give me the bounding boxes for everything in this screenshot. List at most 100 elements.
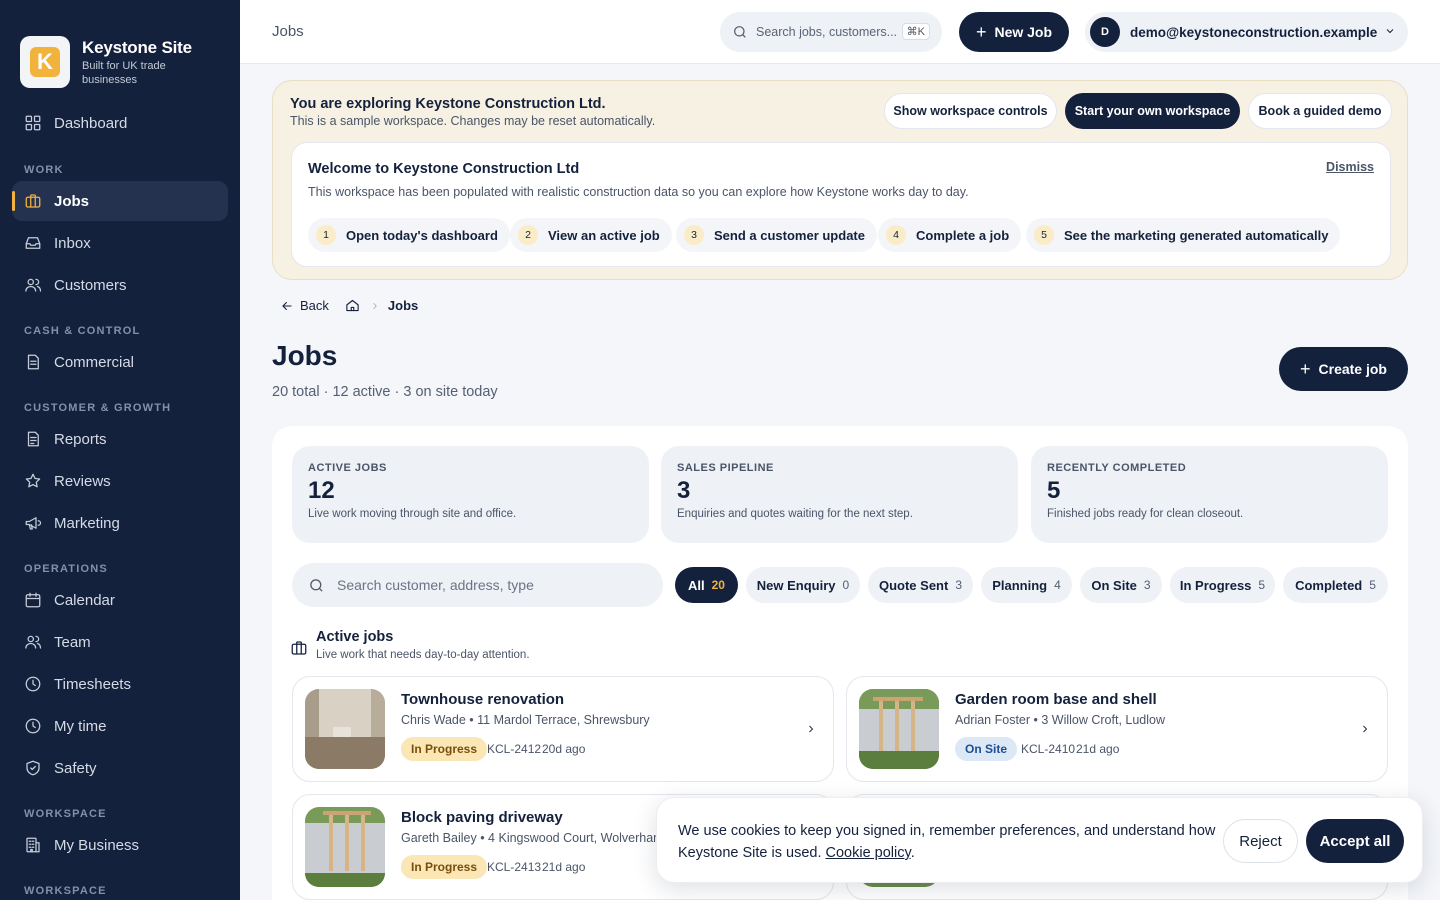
- shortcut-hint: ⌘K: [901, 23, 930, 40]
- cookie-policy-link[interactable]: Cookie policy: [826, 845, 911, 861]
- status-badge: On Site: [955, 737, 1018, 761]
- search-icon: [310, 578, 323, 592]
- users-icon: [25, 278, 42, 292]
- grid-icon: [25, 115, 41, 131]
- chevron-right-icon: [1363, 725, 1368, 733]
- start-workspace-button[interactable]: Start your own workspace: [1065, 93, 1240, 129]
- nav-section-work: WORK: [24, 164, 64, 176]
- sidebar-item-commercial[interactable]: Commercial: [12, 342, 228, 382]
- job-age: 21d ago: [1076, 742, 1120, 756]
- filter-chip-on-site[interactable]: On Site 3: [1080, 567, 1162, 603]
- sidebar: K Keystone Site Built for UK trade busin…: [0, 0, 240, 900]
- calendar-icon: [25, 592, 41, 608]
- filter-chip-quote-sent[interactable]: Quote Sent 3: [868, 567, 973, 603]
- filter-chip-completed[interactable]: Completed 5: [1283, 567, 1388, 603]
- job-photo: [305, 689, 385, 769]
- sidebar-item-jobs[interactable]: Jobs: [12, 181, 228, 221]
- job-card[interactable]: Garden room base and shell Adrian Foster…: [846, 676, 1388, 782]
- nav-section-operations: OPERATIONS: [24, 563, 108, 575]
- job-ref: KCL-2410: [1021, 742, 1076, 756]
- onboarding-step[interactable]: 1 Open today's dashboard: [308, 218, 510, 252]
- building-icon: [26, 837, 40, 853]
- shield-icon: [26, 760, 40, 776]
- sidebar-item-reports[interactable]: Reports: [12, 419, 228, 459]
- cookie-banner: We use cookies to keep you signed in, re…: [656, 797, 1423, 883]
- home-icon[interactable]: [345, 298, 360, 313]
- welcome-card: Welcome to Keystone Construction Ltd Thi…: [291, 142, 1391, 267]
- megaphone-icon: [25, 517, 42, 530]
- welcome-subtitle: This workspace has been populated with r…: [308, 185, 969, 199]
- filter-chip-in-progress[interactable]: In Progress 5: [1170, 567, 1275, 603]
- sidebar-item-my-time[interactable]: My time: [12, 706, 228, 746]
- welcome-title: Welcome to Keystone Construction Ltd: [308, 161, 580, 177]
- sidebar-item-safety[interactable]: Safety: [12, 748, 228, 788]
- sidebar-item-marketing[interactable]: Marketing: [12, 503, 228, 543]
- onboarding-step[interactable]: 2 View an active job: [510, 218, 672, 252]
- onboarding-step[interactable]: 4 Complete a job: [878, 218, 1022, 252]
- job-photo: [305, 807, 385, 887]
- brand-tagline: Built for UK trade businesses: [82, 59, 166, 86]
- breadcrumb: Back Jobs: [280, 298, 418, 313]
- status-badge: In Progress: [401, 855, 488, 879]
- demo-subtitle: This is a sample workspace. Changes may …: [290, 114, 656, 128]
- stat-card-pipeline: SALES PIPELINE 3 Enquiries and quotes wa…: [661, 446, 1018, 543]
- user-email: demo@keystoneconstruction.example: [1130, 24, 1378, 40]
- plus-icon: +: [975, 21, 987, 42]
- topbar: Jobs Search jobs, customers... ⌘K + New …: [240, 0, 1440, 64]
- chevron-right-icon: [809, 725, 814, 733]
- job-card[interactable]: Townhouse renovation Chris Wade • 11 Mar…: [292, 676, 834, 782]
- report-icon: [27, 431, 39, 447]
- stat-card-completed: RECENTLY COMPLETED 5 Finished jobs ready…: [1031, 446, 1388, 543]
- filter-chip-new-enquiry[interactable]: New Enquiry 0: [746, 567, 860, 603]
- reject-cookies-button[interactable]: Reject: [1223, 819, 1298, 863]
- filter-chip-planning[interactable]: Planning 4: [981, 567, 1072, 603]
- arrow-left-icon: [282, 301, 292, 310]
- show-workspace-controls-button[interactable]: Show workspace controls: [884, 93, 1057, 129]
- sidebar-item-customers[interactable]: Customers: [12, 265, 228, 305]
- job-meta: Chris Wade • 11 Mardol Terrace, Shrewsbu…: [401, 713, 650, 727]
- job-ref: KCL-2413: [487, 860, 542, 874]
- onboarding-step[interactable]: 5 See the marketing generated automatical…: [1026, 218, 1341, 252]
- nav-section-workspace-2: WORKSPACE: [24, 885, 107, 897]
- book-demo-button[interactable]: Book a guided demo: [1248, 93, 1392, 129]
- job-age: 20d ago: [542, 742, 586, 756]
- page-title: Jobs: [272, 340, 338, 371]
- job-title: Block paving driveway: [401, 809, 563, 826]
- back-link[interactable]: Back: [280, 298, 329, 313]
- brand[interactable]: K Keystone Site Built for UK trade busin…: [0, 0, 240, 100]
- chevron-right-icon: [373, 302, 377, 309]
- sidebar-item-team[interactable]: Team: [12, 622, 228, 662]
- job-meta: Gareth Bailey • 4 Kingswood Court, Wolve…: [401, 831, 688, 845]
- sidebar-item-my-business[interactable]: My Business: [12, 825, 228, 865]
- sidebar-item-dashboard[interactable]: Dashboard: [12, 103, 228, 143]
- user-menu[interactable]: D demo@keystoneconstruction.example: [1085, 12, 1408, 52]
- onboarding-step[interactable]: 3 Send a customer update: [676, 218, 877, 252]
- sidebar-item-timesheets[interactable]: Timesheets: [12, 664, 228, 704]
- brand-logo: K: [20, 36, 70, 88]
- new-job-button[interactable]: + New Job: [959, 12, 1069, 52]
- job-photo: [859, 689, 939, 769]
- accept-cookies-button[interactable]: Accept all: [1306, 819, 1404, 863]
- job-search-input[interactable]: Search customer, address, type: [292, 563, 663, 607]
- stat-card-active: ACTIVE JOBS 12 Live work moving through …: [292, 446, 649, 543]
- chevron-down-icon: [1386, 29, 1394, 34]
- job-title: Garden room base and shell: [955, 691, 1157, 708]
- status-badge: In Progress: [401, 737, 488, 761]
- nav-section-customer-growth: CUSTOMER & GROWTH: [24, 402, 172, 414]
- clock-icon: [25, 718, 41, 734]
- filter-chip-all[interactable]: All 20: [675, 567, 738, 603]
- briefcase-icon: [25, 194, 41, 208]
- briefcase-icon: [291, 641, 307, 655]
- star-icon: [25, 473, 41, 488]
- dismiss-link[interactable]: Dismiss: [1326, 160, 1374, 174]
- demo-title: You are exploring Keystone Construction …: [290, 96, 606, 112]
- job-ref: KCL-2412: [487, 742, 542, 756]
- sidebar-item-reviews[interactable]: Reviews: [12, 461, 228, 501]
- page-subtitle: 20 total · 12 active · 3 on site today: [272, 384, 498, 400]
- sidebar-item-inbox[interactable]: Inbox: [12, 223, 228, 263]
- nav-section-workspace: WORKSPACE: [24, 808, 107, 820]
- clock-icon: [25, 676, 41, 692]
- create-job-button[interactable]: + Create job: [1279, 347, 1408, 391]
- global-search-input[interactable]: Search jobs, customers... ⌘K: [720, 12, 942, 52]
- sidebar-item-calendar[interactable]: Calendar: [12, 580, 228, 620]
